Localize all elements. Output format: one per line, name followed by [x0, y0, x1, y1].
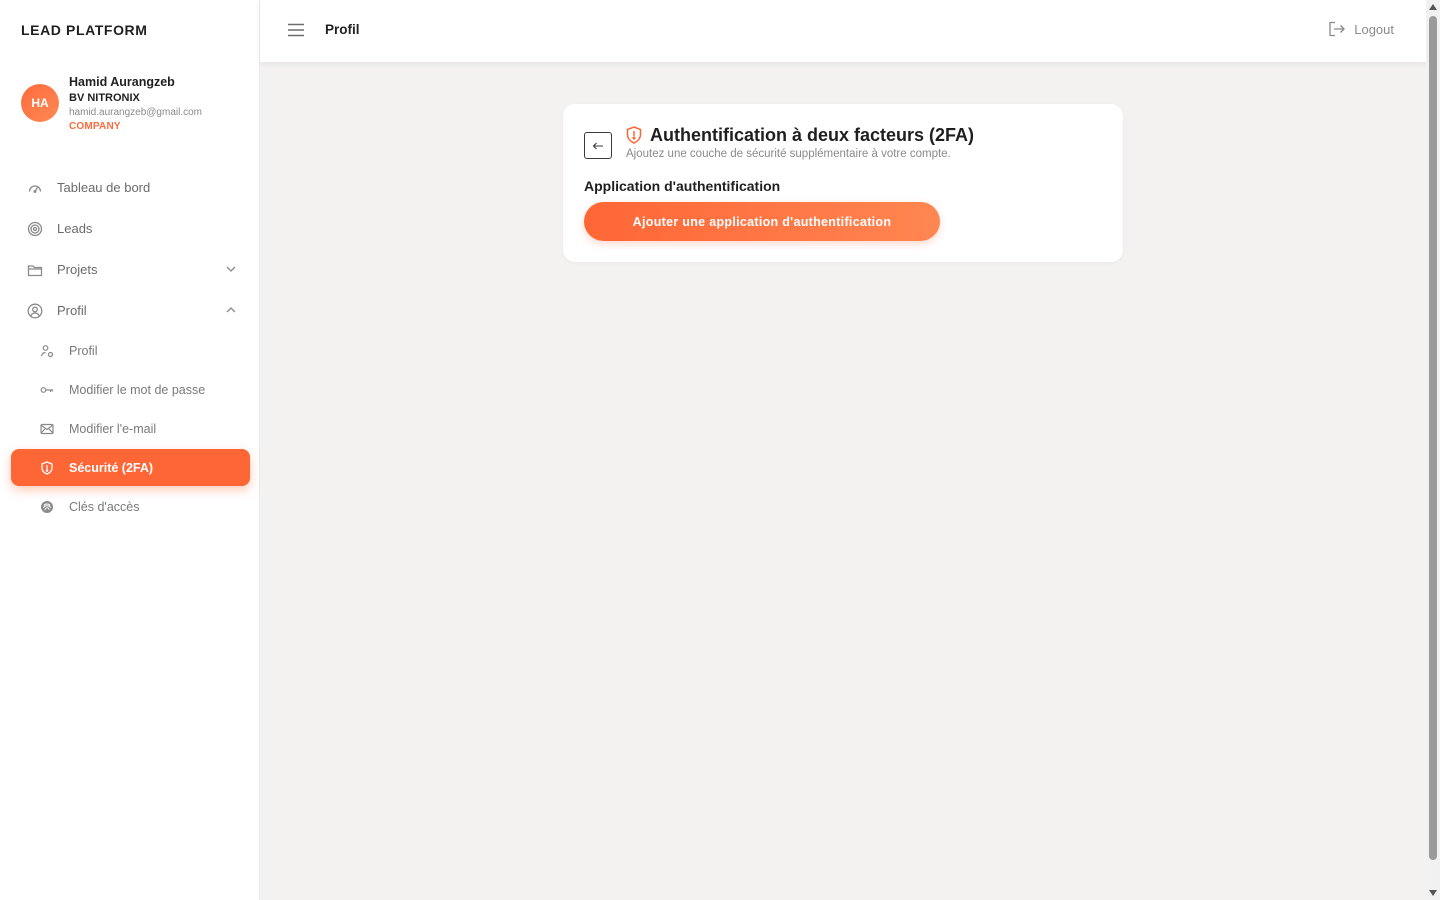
- back-button[interactable]: [584, 132, 612, 159]
- brand-logo[interactable]: LEAD PLATFORM: [21, 22, 148, 38]
- user-company: BV NITRONIX: [69, 92, 140, 104]
- sidebar: LEAD PLATFORM HA Hamid Aurangzeb BV NITR…: [0, 0, 260, 900]
- sidebar-subitem-label: Profil: [69, 343, 98, 358]
- user-email: hamid.aurangzeb@gmail.com: [69, 107, 202, 118]
- scrollbar-thumb[interactable]: [1429, 16, 1437, 860]
- scroll-up-arrow-icon[interactable]: [1429, 4, 1437, 10]
- user-block: HA Hamid Aurangzeb BV NITRONIX hamid.aur…: [21, 74, 251, 138]
- logout-icon: [1329, 21, 1346, 37]
- sidebar-item-profile[interactable]: Profil: [11, 291, 250, 330]
- sidebar-subitem-change-email[interactable]: Modifier l'e-mail: [11, 410, 250, 447]
- sidebar-subitem-label: Clés d'accès: [69, 499, 140, 514]
- fingerprint-icon: [40, 500, 54, 514]
- user-circle-icon: [27, 303, 43, 319]
- add-authenticator-app-button[interactable]: Ajouter une application d'authentificati…: [584, 202, 940, 241]
- sidebar-subitem-change-password[interactable]: Modifier le mot de passe: [11, 371, 250, 408]
- card-subtitle: Ajoutez une couche de sécurité supplémen…: [626, 148, 951, 160]
- topbar: Profil Logout: [260, 0, 1426, 62]
- sidebar-subitem-label: Sécurité (2FA): [69, 460, 154, 475]
- card-title: Authentification à deux facteurs (2FA): [650, 125, 975, 145]
- page-title: Profil: [325, 22, 360, 37]
- mail-icon: [40, 422, 54, 436]
- key-icon: [40, 383, 54, 397]
- shield-icon: [40, 460, 54, 475]
- user-info: Hamid Aurangzeb BV NITRONIX hamid.aurang…: [69, 74, 202, 133]
- sidebar-item-leads[interactable]: Leads: [11, 209, 250, 248]
- shield-alert-icon: [626, 126, 642, 144]
- arrow-left-icon: [592, 142, 603, 149]
- sidebar-subitem-profile[interactable]: Profil: [11, 332, 250, 369]
- user-settings-icon: [40, 344, 54, 358]
- sidebar-item-label: Projets: [57, 262, 98, 277]
- sidebar-nav: Tableau de bord Leads Projets Profil Pro…: [11, 168, 250, 527]
- folder-icon: [27, 262, 43, 278]
- sidebar-item-dashboard[interactable]: Tableau de bord: [11, 168, 250, 207]
- sidebar-subitem-security[interactable]: Sécurité (2FA): [11, 449, 250, 486]
- chevron-up-icon: [224, 303, 238, 317]
- section-label: Application d'authentification: [584, 178, 781, 194]
- logout-button[interactable]: Logout: [1328, 21, 1394, 37]
- sidebar-item-projects[interactable]: Projets: [11, 250, 250, 289]
- gauge-icon: [27, 180, 43, 196]
- scroll-down-arrow-icon[interactable]: [1429, 890, 1437, 896]
- sidebar-item-label: Profil: [57, 303, 87, 318]
- chevron-down-icon: [224, 262, 238, 276]
- sidebar-subitem-access-keys[interactable]: Clés d'accès: [11, 488, 250, 525]
- menu-icon[interactable]: [288, 23, 304, 37]
- twofa-card: Authentification à deux facteurs (2FA) A…: [563, 104, 1123, 262]
- target-icon: [27, 221, 43, 237]
- scrollbar[interactable]: [1426, 0, 1440, 900]
- user-role-badge: COMPANY: [69, 121, 121, 132]
- user-name: Hamid Aurangzeb: [69, 75, 175, 89]
- avatar[interactable]: HA: [21, 84, 59, 122]
- sidebar-item-label: Leads: [57, 221, 93, 236]
- logout-label: Logout: [1354, 21, 1394, 37]
- sidebar-subitem-label: Modifier le mot de passe: [69, 382, 206, 397]
- sidebar-item-label: Tableau de bord: [57, 180, 151, 195]
- sidebar-subitem-label: Modifier l'e-mail: [69, 421, 157, 436]
